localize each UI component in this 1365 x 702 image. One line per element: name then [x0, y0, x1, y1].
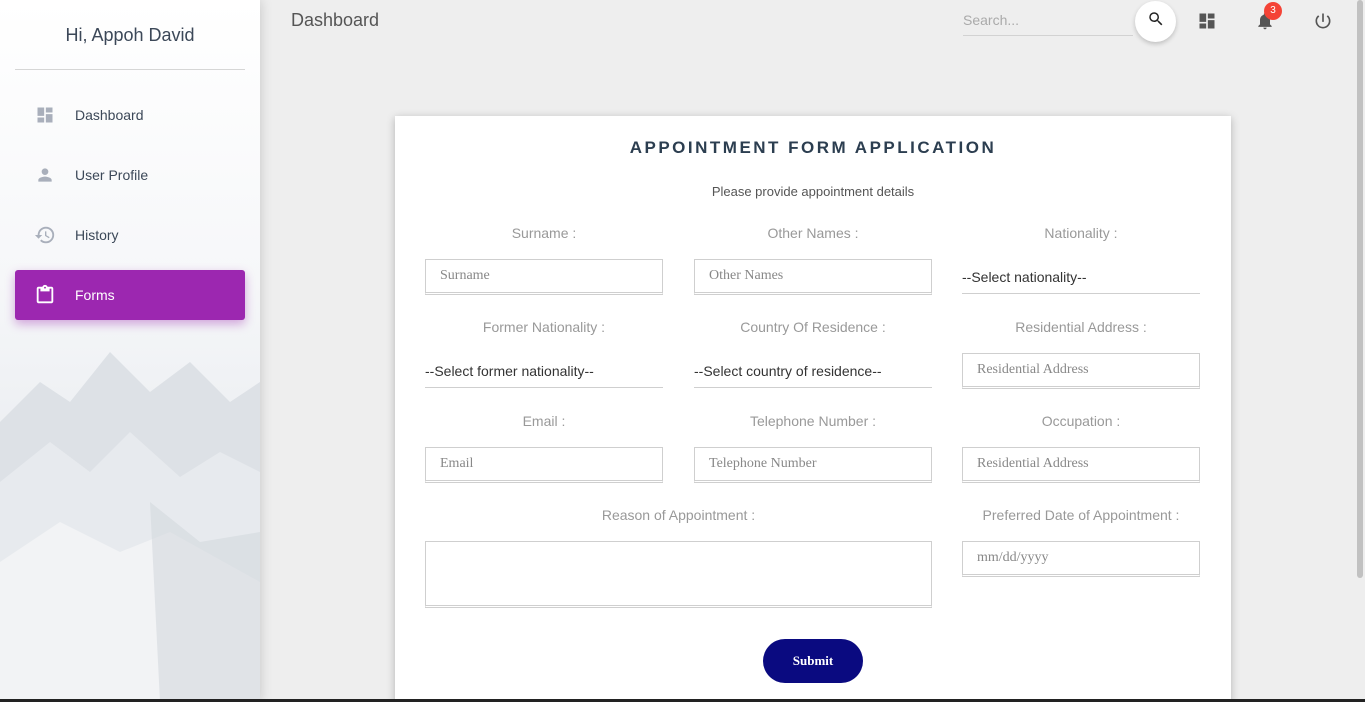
residential-address-input[interactable]: [962, 353, 1200, 389]
former-nationality-select[interactable]: --Select former nationality--: [425, 354, 663, 388]
search-icon: [1147, 10, 1165, 33]
search-input[interactable]: [963, 6, 1133, 34]
former-nationality-label: Former Nationality :: [482, 319, 606, 335]
other-names-label: Other Names :: [767, 225, 859, 241]
notification-badge: 3: [1264, 2, 1282, 20]
surname-label: Surname :: [511, 225, 577, 241]
nationality-select[interactable]: --Select nationality--: [962, 260, 1200, 294]
telephone-input[interactable]: [694, 447, 932, 483]
other-names-input[interactable]: [694, 259, 932, 295]
search-button[interactable]: [1135, 1, 1176, 42]
occupation-input[interactable]: [962, 447, 1200, 483]
appointment-form-card: APPOINTMENT FORM APPLICATION Please prov…: [395, 116, 1231, 702]
sidebar: Hi, Appoh David Dashboard User Profile H…: [0, 0, 260, 702]
surname-input[interactable]: [425, 259, 663, 295]
preferred-date-input[interactable]: [962, 541, 1200, 577]
email-input[interactable]: [425, 447, 663, 483]
sidebar-item-label: User Profile: [75, 167, 149, 183]
search-field: [963, 6, 1133, 36]
sidebar-item-history[interactable]: History: [15, 210, 245, 260]
telephone-label: Telephone Number :: [749, 413, 877, 429]
sidebar-item-label: Dashboard: [75, 107, 144, 123]
submit-button[interactable]: Submit: [763, 639, 863, 683]
country-of-residence-label: Country Of Residence :: [740, 319, 886, 335]
history-icon: [15, 224, 75, 246]
occupation-label: Occupation :: [1041, 413, 1121, 429]
email-label: Email :: [522, 413, 566, 429]
form-subtitle: Please provide appointment details: [711, 184, 915, 199]
dashboard-icon: [15, 105, 75, 125]
reason-label: Reason of Appointment :: [601, 507, 756, 523]
preferred-date-label: Preferred Date of Appointment :: [982, 507, 1180, 523]
nationality-label: Nationality :: [1044, 225, 1118, 241]
reason-textarea[interactable]: [425, 541, 932, 608]
residential-address-label: Residential Address :: [1015, 319, 1147, 335]
sidebar-item-forms[interactable]: Forms: [15, 270, 245, 320]
sidebar-item-label: History: [75, 227, 119, 243]
page-title: Dashboard: [291, 10, 380, 30]
dashboard-icon[interactable]: [1196, 10, 1218, 32]
person-icon: [15, 165, 75, 185]
sidebar-item-user-profile[interactable]: User Profile: [15, 150, 245, 200]
sidebar-item-label: Forms: [75, 287, 115, 303]
country-of-residence-select[interactable]: --Select country of residence--: [694, 354, 932, 388]
scrollbar[interactable]: [1357, 0, 1363, 578]
sidebar-background-image: [0, 352, 260, 702]
power-icon[interactable]: [1312, 10, 1334, 32]
user-greeting: Hi, Appoh David: [15, 0, 245, 70]
sidebar-item-dashboard[interactable]: Dashboard: [15, 90, 245, 140]
clipboard-icon: [15, 284, 75, 306]
form-title: APPOINTMENT FORM APPLICATION: [629, 138, 997, 157]
